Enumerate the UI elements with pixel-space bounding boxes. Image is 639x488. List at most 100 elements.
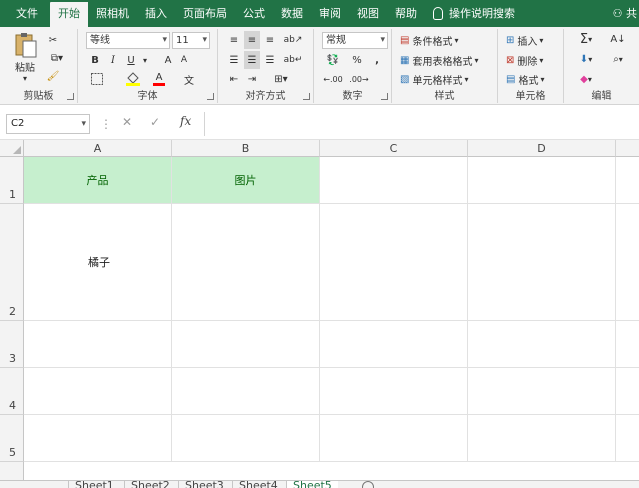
italic-button[interactable]: I	[106, 53, 120, 67]
cell-b2[interactable]	[172, 204, 320, 321]
column-header-a[interactable]: A	[24, 140, 172, 157]
name-box[interactable]: C2 ▾	[6, 114, 90, 134]
select-all-button[interactable]	[0, 140, 24, 157]
font-name-select[interactable]: 等线 ▾	[86, 32, 170, 49]
tab-file[interactable]: 文件	[0, 0, 50, 27]
row-header-2[interactable]: 2	[0, 204, 24, 321]
align-bottom-icon[interactable]: ≡	[262, 33, 278, 47]
find-select-button[interactable]: ⌕ ▾	[604, 51, 632, 67]
formula-input[interactable]	[204, 112, 639, 136]
wrap-text-icon[interactable]: ab↵	[282, 53, 304, 67]
align-top-icon[interactable]: ≡	[226, 33, 242, 47]
fill-color-button[interactable]	[122, 72, 144, 86]
font-grow-button[interactable]: A	[162, 53, 174, 67]
tab-home[interactable]: 开始	[50, 2, 88, 27]
cell-e4[interactable]	[616, 368, 639, 415]
cell-b3[interactable]	[172, 321, 320, 368]
cell-d5[interactable]	[468, 415, 616, 462]
tab-view[interactable]: 视图	[349, 0, 387, 27]
align-left-icon[interactable]: ☰	[226, 53, 242, 67]
cell-b4[interactable]	[172, 368, 320, 415]
autosum-button[interactable]: Σ ▾	[574, 31, 598, 47]
row-header-5[interactable]: 5	[0, 415, 24, 462]
dialog-launcher-icon[interactable]	[67, 93, 74, 100]
increase-indent-icon[interactable]: ⇥	[244, 72, 260, 86]
cell-d4[interactable]	[468, 368, 616, 415]
font-shrink-button[interactable]: A	[178, 53, 190, 67]
row-header-1[interactable]: 1	[0, 157, 24, 204]
column-header-e[interactable]	[616, 140, 639, 157]
format-painter-icon[interactable]: 🖌	[46, 69, 60, 83]
tab-formulas[interactable]: 公式	[235, 0, 273, 27]
align-right-icon[interactable]: ☰	[262, 53, 278, 67]
tab-data[interactable]: 数据	[273, 0, 311, 27]
align-middle-icon[interactable]: ≡	[244, 31, 260, 49]
cell-styles-button[interactable]: ▧ 单元格样式 ▾	[400, 72, 492, 87]
copy-icon[interactable]: ⧉▾	[46, 51, 68, 65]
cell-c5[interactable]	[320, 415, 468, 462]
cell-e5[interactable]	[616, 415, 639, 462]
clear-button[interactable]: ◆ ▾	[574, 71, 598, 87]
tab-page-layout[interactable]: 页面布局	[175, 0, 235, 27]
chevron-down-icon[interactable]: ▾	[140, 53, 150, 67]
row-header-6[interactable]	[0, 462, 24, 480]
column-header-d[interactable]: D	[468, 140, 616, 157]
tab-review[interactable]: 审阅	[311, 0, 349, 27]
underline-button[interactable]: U	[124, 53, 138, 67]
cell-d3[interactable]	[468, 321, 616, 368]
tab-help[interactable]: 帮助	[387, 0, 425, 27]
sheet-tab-1[interactable]: Sheet1	[68, 481, 120, 488]
insert-cells-button[interactable]: ⊞ 插入 ▾	[506, 33, 560, 48]
paste-button[interactable]: 粘贴 ▾	[8, 31, 42, 83]
cancel-button[interactable]: ✕	[122, 115, 132, 129]
sheet-tab-2[interactable]: Sheet2	[124, 481, 176, 488]
sort-filter-button[interactable]: A↓	[604, 31, 632, 47]
format-cells-button[interactable]: ▤ 格式 ▾	[506, 72, 560, 87]
cell-b1[interactable]: 图片	[172, 157, 320, 204]
row-header-3[interactable]: 3	[0, 321, 24, 368]
cell-a1[interactable]: 产品	[24, 157, 172, 204]
fill-button[interactable]: ⬇ ▾	[574, 51, 598, 67]
share-button[interactable]: ⚇ 共	[613, 0, 639, 27]
cell-e2[interactable]	[616, 204, 639, 321]
increase-decimal-icon[interactable]: ←.00	[322, 72, 344, 86]
row-header-4[interactable]: 4	[0, 368, 24, 415]
tell-me-search[interactable]: 操作说明搜索	[433, 0, 515, 27]
add-sheet-icon[interactable]	[362, 481, 374, 488]
dialog-launcher-icon[interactable]	[381, 93, 388, 100]
percent-button[interactable]: %	[350, 53, 364, 67]
column-header-c[interactable]: C	[320, 140, 468, 157]
comma-button[interactable]: ,	[370, 53, 384, 67]
enter-button[interactable]: ✓	[150, 115, 160, 129]
delete-cells-button[interactable]: ⊠ 删除 ▾	[506, 53, 560, 68]
worksheet-grid[interactable]: A B C D 1 2 3 4 5 产品 图片 橘子	[0, 140, 639, 480]
decrease-indent-icon[interactable]: ⇤	[226, 72, 242, 86]
font-size-select[interactable]: 11 ▾	[172, 32, 210, 49]
align-center-icon[interactable]: ☰	[244, 51, 260, 69]
cell-a4[interactable]	[24, 368, 172, 415]
cell-e3[interactable]	[616, 321, 639, 368]
tab-insert[interactable]: 插入	[137, 0, 175, 27]
cell-c1[interactable]	[320, 157, 468, 204]
phonetic-icon[interactable]: 文	[182, 72, 196, 87]
conditional-formatting-button[interactable]: ▤ 条件格式 ▾	[400, 33, 492, 48]
orientation-icon[interactable]: ab↗	[282, 33, 304, 47]
cell-a5[interactable]	[24, 415, 172, 462]
borders-button[interactable]	[88, 72, 106, 86]
cell-b5[interactable]	[172, 415, 320, 462]
sheet-tab-3[interactable]: Sheet3	[178, 481, 230, 488]
cell-a3[interactable]	[24, 321, 172, 368]
bold-button[interactable]: B	[88, 53, 102, 67]
cell-c2[interactable]	[320, 204, 468, 321]
cell-a2[interactable]: 橘子	[24, 204, 172, 321]
decrease-decimal-icon[interactable]: .00→	[348, 72, 370, 86]
cell-c4[interactable]	[320, 368, 468, 415]
formula-bar-grip[interactable]: ⋮	[100, 117, 112, 131]
cell-c3[interactable]	[320, 321, 468, 368]
font-color-button[interactable]: A	[150, 72, 168, 86]
accounting-format-icon[interactable]: 💱	[322, 53, 344, 67]
number-format-select[interactable]: 常规 ▾	[322, 32, 388, 49]
merge-center-icon[interactable]: ⊞▾	[268, 72, 294, 86]
format-as-table-button[interactable]: ▦ 套用表格格式 ▾	[400, 53, 496, 68]
cell-d2[interactable]	[468, 204, 616, 321]
